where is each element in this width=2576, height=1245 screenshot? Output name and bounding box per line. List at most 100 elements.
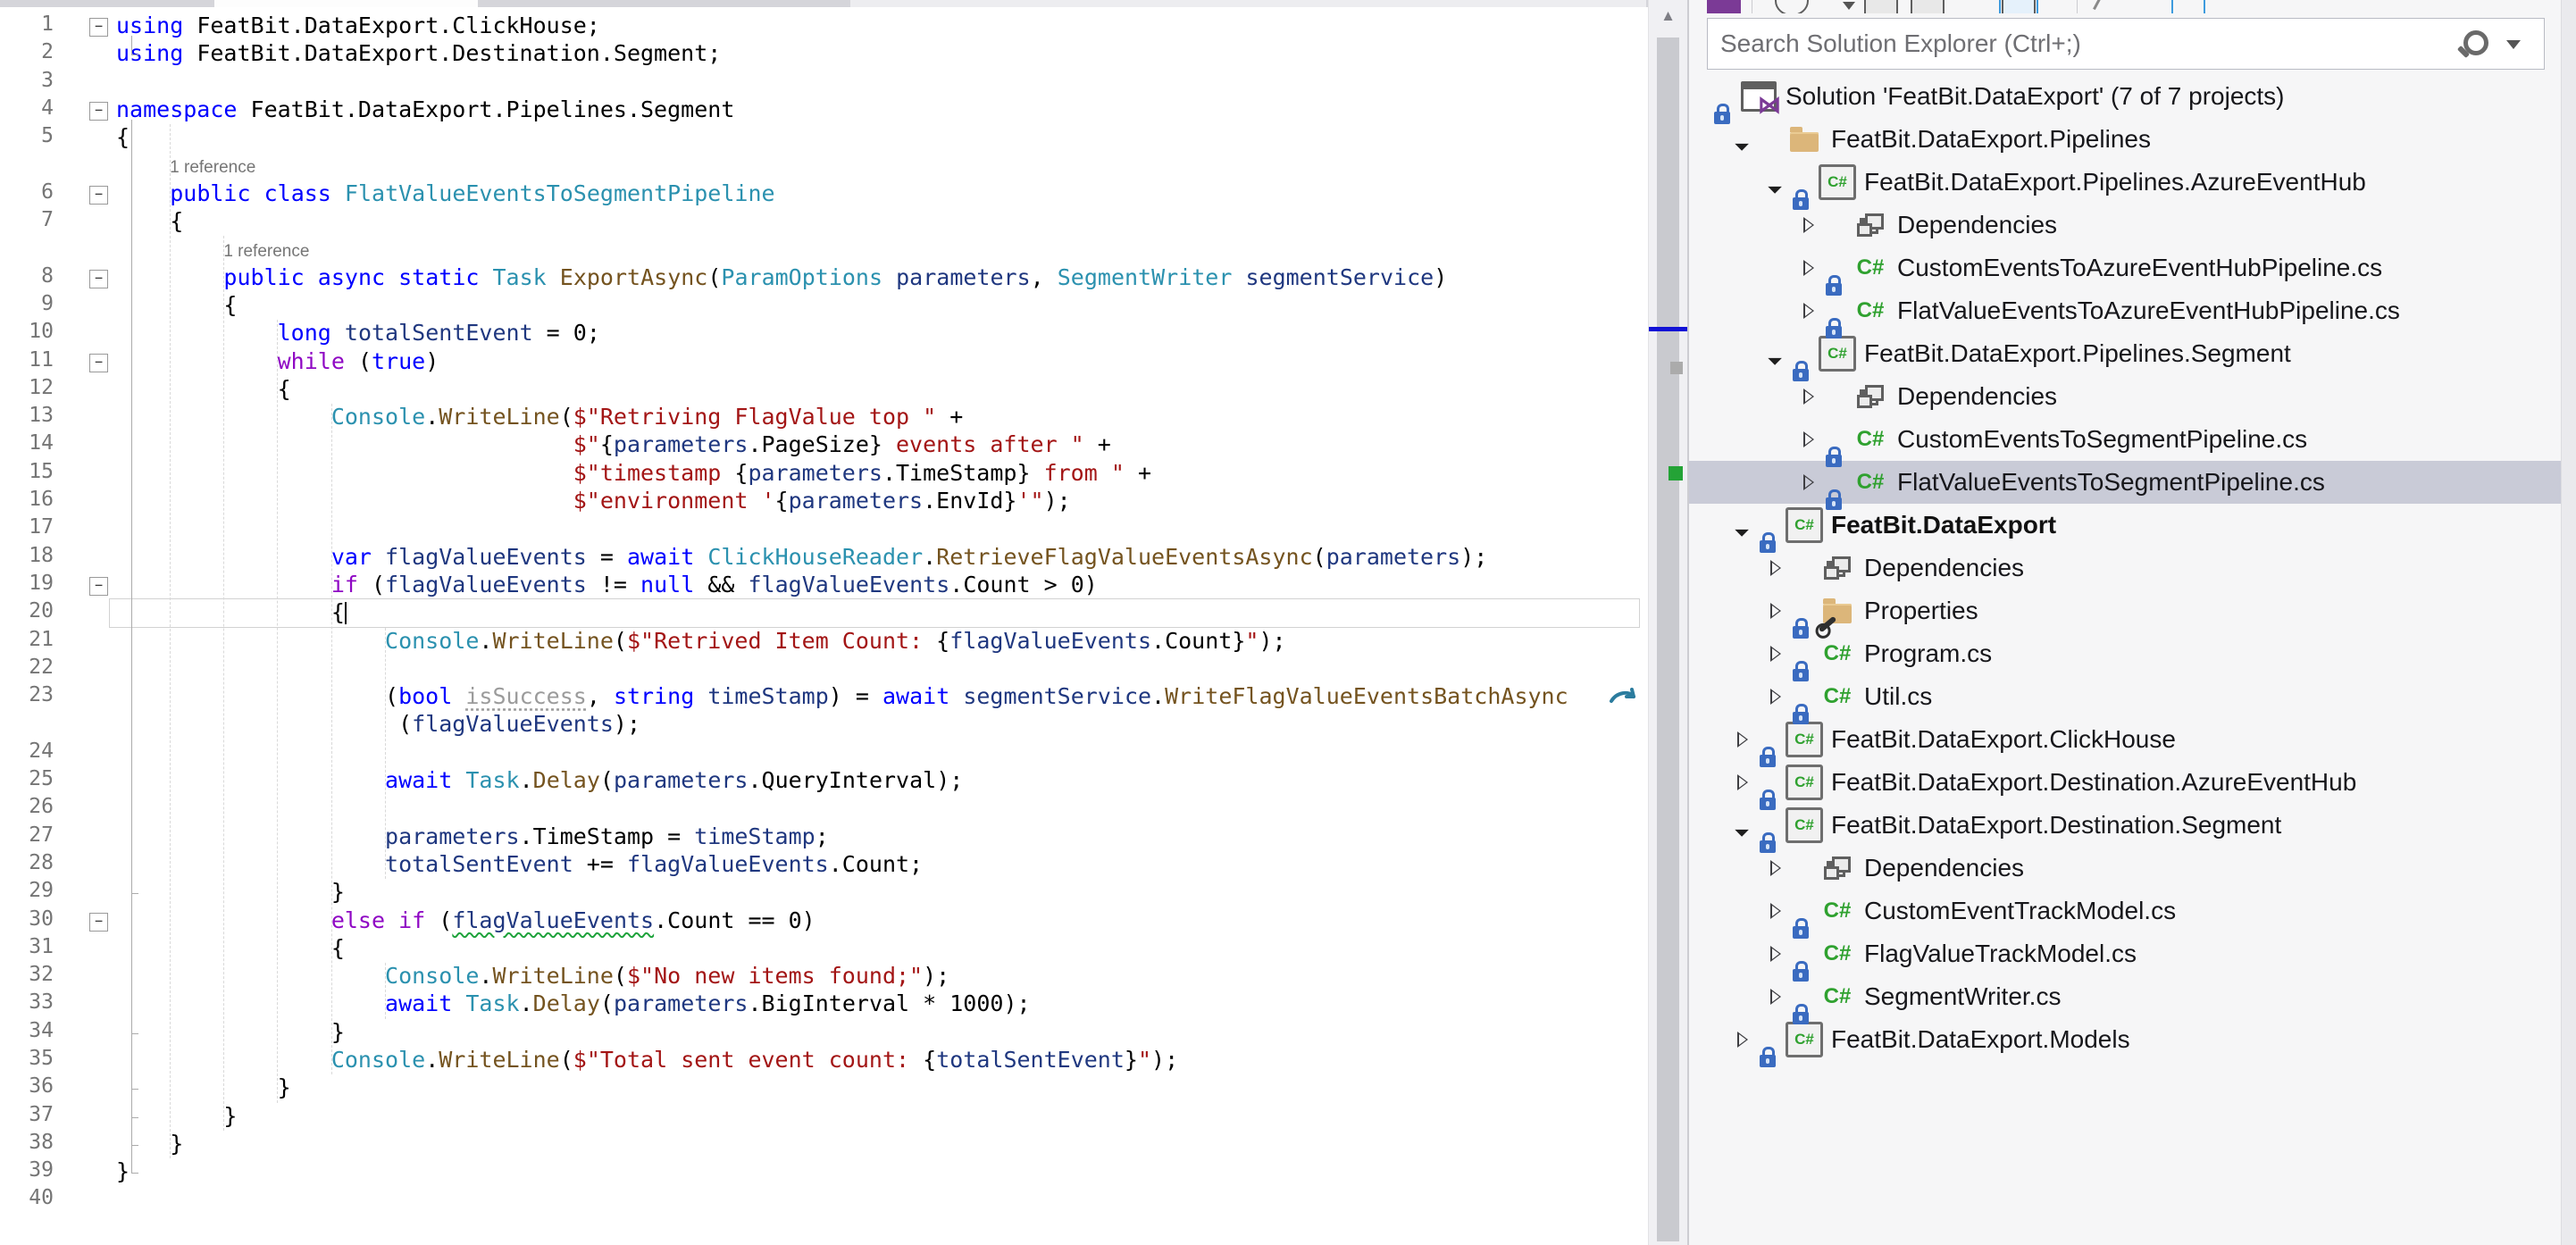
- editor-vertical-scrollbar[interactable]: ▲: [1648, 0, 1687, 1245]
- codelens-row[interactable]: 1 reference: [0, 152, 1648, 180]
- tree-item-dependencies[interactable]: Dependencies: [1689, 204, 2561, 246]
- scrollbar-thumb[interactable]: [1657, 38, 1679, 1241]
- code-line[interactable]: 23 (bool isSuccess, string timeStamp) = …: [0, 683, 1648, 711]
- chevron-collapsed-icon[interactable]: [1729, 768, 1756, 797]
- breakpoint-fold-margin[interactable]: [59, 1074, 116, 1102]
- code-line[interactable]: 14 $"{parameters.PageSize} events after …: [0, 431, 1648, 459]
- search-options-caret-icon[interactable]: [2506, 40, 2521, 49]
- chevron-collapsed-icon[interactable]: [1762, 597, 1789, 625]
- breakpoint-fold-margin[interactable]: [59, 739, 116, 767]
- chevron-collapsed-icon[interactable]: [1795, 297, 1822, 325]
- code-line[interactable]: 37 }: [0, 1103, 1648, 1131]
- code-text[interactable]: {: [116, 376, 1648, 404]
- code-text[interactable]: }: [116, 1019, 1648, 1047]
- chevron-collapsed-icon[interactable]: [1795, 254, 1822, 282]
- code-text[interactable]: Console.WriteLine($"Retriving FlagValue …: [116, 404, 1648, 431]
- code-text[interactable]: public class FlatValueEventsToSegmentPip…: [116, 180, 1648, 208]
- codelens-label[interactable]: 1 reference: [116, 236, 1648, 263]
- code-text[interactable]: Console.WriteLine($"Total sent event cou…: [116, 1047, 1648, 1074]
- tree-item-featbit-dataexport-destination-segment[interactable]: C#FeatBit.DataExport.Destination.Segment: [1689, 804, 2561, 847]
- breakpoint-fold-margin[interactable]: [59, 1103, 116, 1131]
- tree-item-featbit-dataexport-pipelines-azureeventhub[interactable]: C#FeatBit.DataExport.Pipelines.AzureEven…: [1689, 161, 2561, 204]
- code-text[interactable]: }: [116, 1131, 1648, 1158]
- breakpoint-fold-margin[interactable]: [59, 963, 116, 990]
- fold-collapse-box[interactable]: −: [89, 270, 108, 288]
- code-text[interactable]: Console.WriteLine($"Retrived Item Count:…: [116, 628, 1648, 656]
- code-line[interactable]: 19− if (flagValueEvents != null && flagV…: [0, 572, 1648, 599]
- tree-item-dependencies[interactable]: Dependencies: [1689, 547, 2561, 589]
- code-line[interactable]: 16 $"environment '{parameters.EnvId}'");: [0, 488, 1648, 515]
- code-text[interactable]: [116, 656, 1648, 683]
- chevron-collapsed-icon[interactable]: [1762, 982, 1789, 1011]
- code-text[interactable]: long totalSentEvent = 0;: [116, 320, 1648, 347]
- breakpoint-fold-margin[interactable]: −: [59, 180, 116, 208]
- breakpoint-fold-margin[interactable]: [59, 431, 116, 459]
- code-text[interactable]: {: [116, 292, 1648, 320]
- code-text[interactable]: while (true): [116, 348, 1648, 376]
- chevron-expanded-icon[interactable]: [1729, 125, 1756, 154]
- code-line[interactable]: 28 totalSentEvent += flagValueEvents.Cou…: [0, 851, 1648, 879]
- breakpoint-fold-margin[interactable]: [59, 1047, 116, 1074]
- code-text[interactable]: (flagValueEvents);: [116, 711, 1648, 739]
- chevron-expanded-icon[interactable]: [1729, 511, 1756, 539]
- chevron-collapsed-icon[interactable]: [1729, 725, 1756, 754]
- solution-explorer-toolbar[interactable]: [1689, 0, 2576, 13]
- breakpoint-fold-margin[interactable]: [59, 823, 116, 851]
- chevron-collapsed-icon[interactable]: [1795, 425, 1822, 454]
- breakpoint-fold-margin[interactable]: [59, 515, 116, 543]
- code-text[interactable]: $"{parameters.PageSize} events after " +: [116, 431, 1648, 459]
- breakpoint-fold-margin[interactable]: [59, 488, 116, 515]
- code-text[interactable]: await Task.Delay(parameters.QueryInterva…: [116, 767, 1648, 795]
- fold-collapse-box[interactable]: −: [89, 18, 108, 37]
- tree-item-featbit-dataexport-models[interactable]: C#FeatBit.DataExport.Models: [1689, 1018, 2561, 1061]
- tree-item-flagvaluetrackmodel-cs[interactable]: C#FlagValueTrackModel.cs: [1689, 932, 2561, 975]
- tree-item-util-cs[interactable]: C#Util.cs: [1689, 675, 2561, 718]
- code-line[interactable]: 12 {: [0, 376, 1648, 404]
- tree-item-featbit-dataexport[interactable]: C#FeatBit.DataExport: [1689, 504, 2561, 547]
- code-line[interactable]: 38 }: [0, 1131, 1648, 1158]
- code-text[interactable]: [116, 739, 1648, 767]
- chevron-collapsed-icon[interactable]: [1762, 554, 1789, 582]
- tree-item-properties[interactable]: Properties: [1689, 589, 2561, 632]
- breakpoint-fold-margin[interactable]: [59, 1131, 116, 1158]
- fold-collapse-box[interactable]: −: [89, 354, 108, 372]
- breakpoint-fold-margin[interactable]: [59, 124, 116, 152]
- code-text[interactable]: public async static Task ExportAsync(Par…: [116, 264, 1648, 292]
- code-line[interactable]: 13 Console.WriteLine($"Retriving FlagVal…: [0, 404, 1648, 431]
- code-line[interactable]: 7 {: [0, 208, 1648, 236]
- code-line[interactable]: 3: [0, 69, 1648, 96]
- tree-item-customeventstoazureeventhubpipeline-cs[interactable]: C#CustomEventsToAzureEventHubPipeline.cs: [1689, 246, 2561, 289]
- breakpoint-fold-margin[interactable]: [59, 404, 116, 431]
- preview-selected-items-icon[interactable]: [2171, 0, 2205, 13]
- code-text[interactable]: parameters.TimeStamp = timeStamp;: [116, 823, 1648, 851]
- breakpoint-fold-margin[interactable]: [59, 711, 116, 739]
- breakpoint-fold-margin[interactable]: [59, 879, 116, 907]
- breakpoint-fold-margin[interactable]: [59, 40, 116, 68]
- breakpoint-fold-margin[interactable]: [59, 1019, 116, 1047]
- code-line[interactable]: 22: [0, 656, 1648, 683]
- show-all-files-icon[interactable]: [1911, 0, 1945, 13]
- codelens-label[interactable]: 1 reference: [116, 152, 1648, 180]
- code-text[interactable]: $"timestamp {parameters.TimeStamp} from …: [116, 460, 1648, 488]
- code-line[interactable]: 15 $"timestamp {parameters.TimeStamp} fr…: [0, 460, 1648, 488]
- chevron-collapsed-icon[interactable]: [1762, 639, 1789, 668]
- breakpoint-fold-margin[interactable]: −: [59, 572, 116, 599]
- tree-item-program-cs[interactable]: C#Program.cs: [1689, 632, 2561, 675]
- chevron-expanded-icon[interactable]: [1729, 811, 1756, 840]
- code-line[interactable]: 24: [0, 739, 1648, 767]
- code-line[interactable]: 9 {: [0, 292, 1648, 320]
- tree-item-flatvalueeventstoazureeventhubpipeline-cs[interactable]: C#FlatValueEventsToAzureEventHubPipeline…: [1689, 289, 2561, 332]
- dropdown-caret-icon[interactable]: [1843, 2, 1855, 10]
- code-text[interactable]: {: [116, 208, 1648, 236]
- code-text[interactable]: using FeatBit.DataExport.Destination.Seg…: [116, 40, 1648, 68]
- codelens-references[interactable]: 1 reference: [116, 242, 309, 261]
- breakpoint-fold-margin[interactable]: [59, 628, 116, 656]
- code-line[interactable]: (flagValueEvents);: [0, 711, 1648, 739]
- breakpoint-fold-margin[interactable]: [59, 683, 116, 711]
- chevron-collapsed-icon[interactable]: [1795, 382, 1822, 411]
- breakpoint-fold-margin[interactable]: [59, 795, 116, 823]
- code-text[interactable]: }: [116, 1103, 1648, 1131]
- code-text[interactable]: [116, 795, 1648, 823]
- breakpoint-fold-margin[interactable]: [59, 376, 116, 404]
- codelens-row[interactable]: 1 reference: [0, 236, 1648, 263]
